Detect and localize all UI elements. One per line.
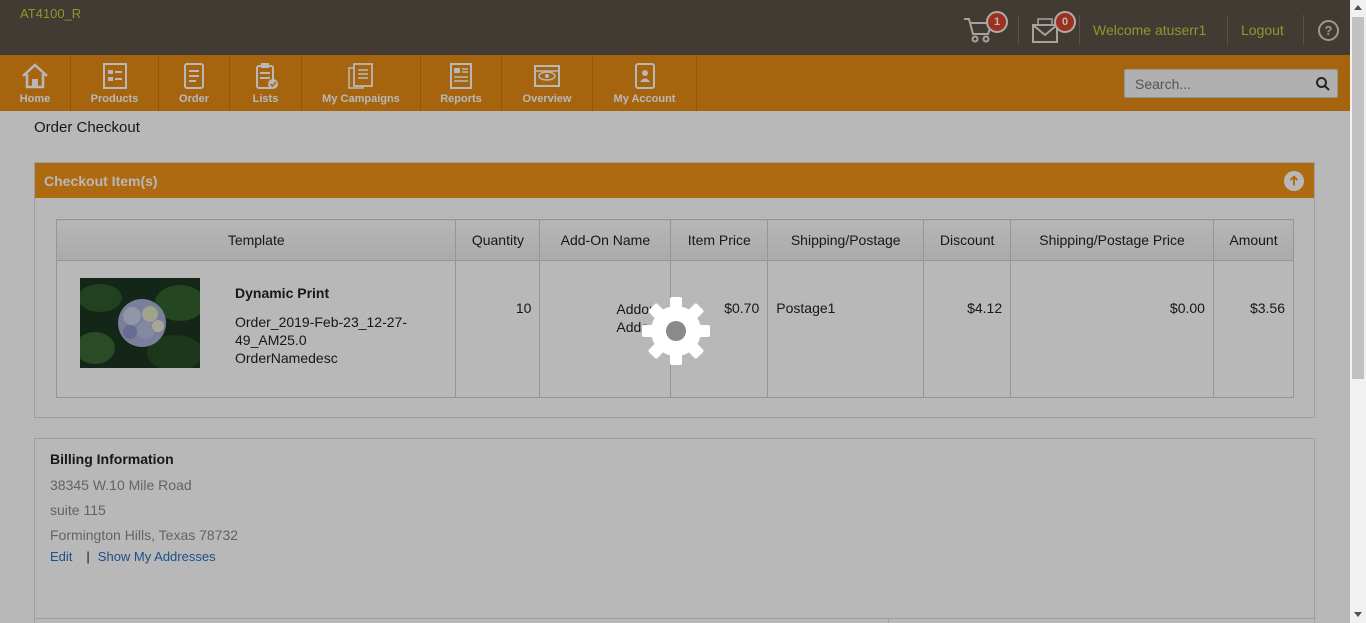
vertical-scrollbar[interactable] — [1350, 0, 1366, 623]
scroll-up-icon[interactable] — [1354, 5, 1362, 10]
scroll-down-icon[interactable] — [1354, 612, 1362, 617]
scrollbar-thumb[interactable] — [1352, 17, 1364, 379]
loading-gear-icon — [642, 297, 710, 365]
